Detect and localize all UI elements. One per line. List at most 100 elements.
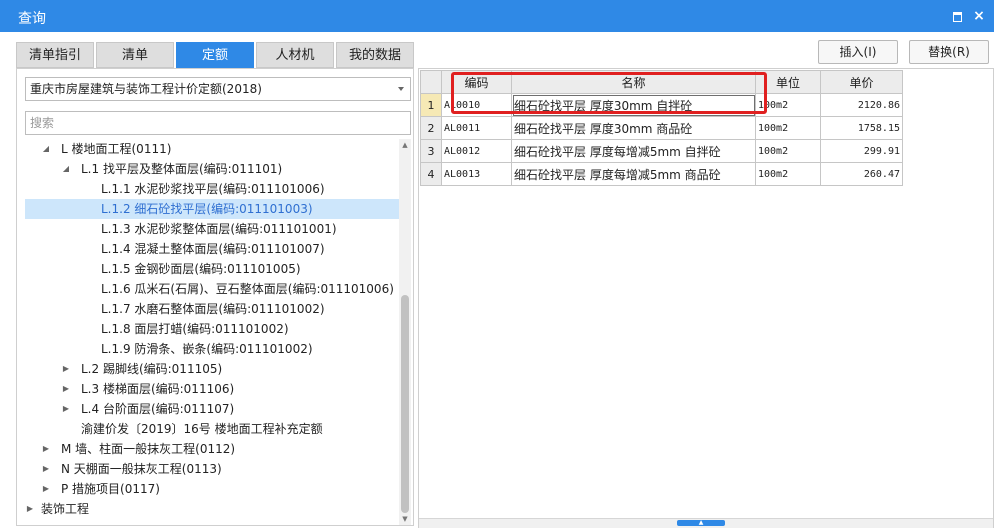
tree-node-l1-4[interactable]: L.1.4 混凝土整体面层(编码:011101007)	[25, 239, 399, 259]
tree-node-l1[interactable]: ◢ L.1 找平层及整体面层(编码:011101)	[25, 159, 399, 179]
tree-node-label: L.1.9 防滑条、嵌条(编码:011101002)	[101, 342, 313, 356]
cell-price[interactable]: 299.91	[820, 139, 903, 163]
tree-node-label: 装饰工程	[41, 502, 90, 516]
tree-node-label: L.2 踢脚线(编码:011105)	[81, 362, 223, 376]
search-input[interactable]	[25, 111, 411, 135]
tree-collapsed-icon[interactable]: ▶	[41, 459, 51, 479]
tree-node-l1-9[interactable]: L.1.9 防滑条、嵌条(编码:011101002)	[25, 339, 399, 359]
tree-node-l1-7[interactable]: L.1.7 水磨石整体面层(编码:011101002)	[25, 299, 399, 319]
scroll-up-icon[interactable]: ▲	[399, 139, 411, 151]
tree-collapsed-icon[interactable]: ▶	[41, 439, 51, 459]
tab-bill[interactable]: 清单	[96, 42, 174, 68]
chevron-down-icon	[398, 87, 404, 91]
tree-node-l1-5[interactable]: L.1.5 金钢砂面层(编码:011101005)	[25, 259, 399, 279]
tree-node-measures[interactable]: ▶ P 措施项目(0117)	[25, 479, 399, 499]
window-title: 查询	[18, 11, 46, 27]
table-row[interactable]: 4 AL0013 细石砼找平层 厚度每增减5mm 商品砼 100m2 260.4…	[420, 162, 903, 186]
results-table: 编码 名称 单位 单价 1 AL0010 细石砼找平层 厚度30mm 自拌砼 1…	[420, 70, 903, 186]
tree-node-label: N 天棚面一般抹灰工程(0113)	[61, 462, 222, 476]
scrollbar-thumb[interactable]	[401, 295, 409, 513]
tree-node-label: L.1.3 水泥砂浆整体面层(编码:011101001)	[101, 222, 337, 236]
row-number: 3	[420, 139, 442, 163]
tree-collapsed-icon[interactable]: ▶	[25, 499, 35, 519]
tree-node-decoration[interactable]: ▶ 装饰工程	[25, 499, 399, 519]
tab-labor-material-machine[interactable]: 人材机	[256, 42, 334, 68]
column-header-name[interactable]: 名称	[511, 70, 756, 94]
row-number-header	[420, 70, 442, 94]
tree-node-l2[interactable]: ▶ L.2 踢脚线(编码:011105)	[25, 359, 399, 379]
tree-node-l1-1[interactable]: L.1.1 水泥砂浆找平层(编码:011101006)	[25, 179, 399, 199]
cell-unit[interactable]: 100m2	[755, 139, 821, 163]
tree-collapsed-icon[interactable]: ▶	[61, 379, 71, 399]
tree-node-label: P 措施项目(0117)	[61, 482, 160, 496]
cell-name[interactable]: 细石砼找平层 厚度每增减5mm 商品砼	[511, 162, 756, 186]
tree-node-label: L.1.1 水泥砂浆找平层(编码:011101006)	[101, 182, 325, 196]
row-number: 2	[420, 116, 442, 140]
tree-node-l1-6[interactable]: L.1.6 瓜米石(石屑)、豆石整体面层(编码:011101006)	[25, 279, 399, 299]
column-header-unit[interactable]: 单位	[755, 70, 821, 94]
tree-collapsed-icon[interactable]: ▶	[61, 399, 71, 419]
maximize-icon[interactable]	[948, 7, 966, 25]
cell-code[interactable]: AL0011	[441, 116, 512, 140]
cell-unit[interactable]: 100m2	[755, 93, 821, 117]
cell-unit[interactable]: 100m2	[755, 116, 821, 140]
cell-name[interactable]: 细石砼找平层 厚度30mm 自拌砼	[511, 93, 756, 117]
tree-node-floor-works[interactable]: ◢ L 楼地面工程(0111)	[25, 139, 399, 159]
replace-button[interactable]: 替换(R)	[909, 40, 989, 64]
tree-node-label: L.4 台阶面层(编码:011107)	[81, 402, 235, 416]
tree-collapsed-icon[interactable]: ▶	[61, 359, 71, 379]
horizontal-splitter[interactable]: ▲	[419, 518, 993, 528]
tree-node-supplement[interactable]: 渝建价发〔2019〕16号 楼地面工程补充定额	[25, 419, 399, 439]
results-panel: 编码 名称 单位 单价 1 AL0010 细石砼找平层 厚度30mm 自拌砼 1…	[418, 68, 994, 528]
cell-price[interactable]: 2120.86	[820, 93, 903, 117]
tree-node-label: L.1.7 水磨石整体面层(编码:011101002)	[101, 302, 325, 316]
left-panel: 重庆市房屋建筑与装饰工程计价定额(2018) ◢ L 楼地面工程(0111) ◢…	[16, 68, 414, 526]
tree-scrollbar[interactable]: ▲ ▼	[399, 139, 411, 525]
tree-expanded-icon[interactable]: ◢	[61, 159, 71, 179]
tree-node-label: L.3 楼梯面层(编码:011106)	[81, 382, 235, 396]
tree-node-label: L.1.8 面层打蜡(编码:011101002)	[101, 322, 289, 336]
tab-my-data[interactable]: 我的数据	[336, 42, 414, 68]
tree-node-l1-2-selected[interactable]: L.1.2 细石砼找平层(编码:011101003)	[25, 199, 399, 219]
tree-collapsed-icon[interactable]: ▶	[41, 479, 51, 499]
cell-name[interactable]: 细石砼找平层 厚度30mm 商品砼	[511, 116, 756, 140]
cell-name[interactable]: 细石砼找平层 厚度每增减5mm 自拌砼	[511, 139, 756, 163]
tree-node-label: L.1.2 细石砼找平层(编码:011101003)	[101, 202, 313, 216]
library-select[interactable]: 重庆市房屋建筑与装饰工程计价定额(2018)	[25, 77, 411, 101]
cell-code[interactable]: AL0010	[441, 93, 512, 117]
tree-node-label: L 楼地面工程(0111)	[61, 142, 172, 156]
table-row[interactable]: 2 AL0011 细石砼找平层 厚度30mm 商品砼 100m2 1758.15	[420, 116, 903, 140]
column-header-price[interactable]: 单价	[820, 70, 903, 94]
tree-node-ceiling-plaster[interactable]: ▶ N 天棚面一般抹灰工程(0113)	[25, 459, 399, 479]
tree-node-wall-plaster[interactable]: ▶ M 墙、柱面一般抹灰工程(0112)	[25, 439, 399, 459]
table-row[interactable]: 3 AL0012 细石砼找平层 厚度每增减5mm 自拌砼 100m2 299.9…	[420, 139, 903, 163]
splitter-grip-icon[interactable]: ▲	[677, 520, 725, 526]
tree-node-label: L.1 找平层及整体面层(编码:011101)	[81, 162, 283, 176]
cell-code[interactable]: AL0012	[441, 139, 512, 163]
tree-node-label: 渝建价发〔2019〕16号 楼地面工程补充定额	[81, 422, 323, 436]
table-row[interactable]: 1 AL0010 细石砼找平层 厚度30mm 自拌砼 100m2 2120.86	[420, 93, 903, 117]
window-titlebar: 查询 ×	[0, 0, 994, 32]
row-number: 1	[420, 93, 442, 117]
insert-button[interactable]: 插入(I)	[818, 40, 898, 64]
cell-unit[interactable]: 100m2	[755, 162, 821, 186]
library-select-value: 重庆市房屋建筑与装饰工程计价定额(2018)	[30, 82, 262, 96]
tab-bill-guide[interactable]: 清单指引	[16, 42, 94, 68]
tree-node-l4[interactable]: ▶ L.4 台阶面层(编码:011107)	[25, 399, 399, 419]
tree-node-label: M 墙、柱面一般抹灰工程(0112)	[61, 442, 236, 456]
close-icon[interactable]: ×	[970, 7, 988, 25]
tree-node-l3[interactable]: ▶ L.3 楼梯面层(编码:011106)	[25, 379, 399, 399]
cell-price[interactable]: 260.47	[820, 162, 903, 186]
tree-node-label: L.1.5 金钢砂面层(编码:011101005)	[101, 262, 301, 276]
tree-node-l1-3[interactable]: L.1.3 水泥砂浆整体面层(编码:011101001)	[25, 219, 399, 239]
quota-tree: ◢ L 楼地面工程(0111) ◢ L.1 找平层及整体面层(编码:011101…	[25, 139, 399, 525]
cell-code[interactable]: AL0013	[441, 162, 512, 186]
row-number: 4	[420, 162, 442, 186]
tree-expanded-icon[interactable]: ◢	[41, 139, 51, 159]
cell-price[interactable]: 1758.15	[820, 116, 903, 140]
column-header-code[interactable]: 编码	[441, 70, 512, 94]
tab-quota[interactable]: 定额	[176, 42, 254, 68]
tree-node-l1-8[interactable]: L.1.8 面层打蜡(编码:011101002)	[25, 319, 399, 339]
tree-node-label: L.1.6 瓜米石(石屑)、豆石整体面层(编码:011101006)	[101, 282, 394, 296]
scroll-down-icon[interactable]: ▼	[399, 513, 411, 525]
